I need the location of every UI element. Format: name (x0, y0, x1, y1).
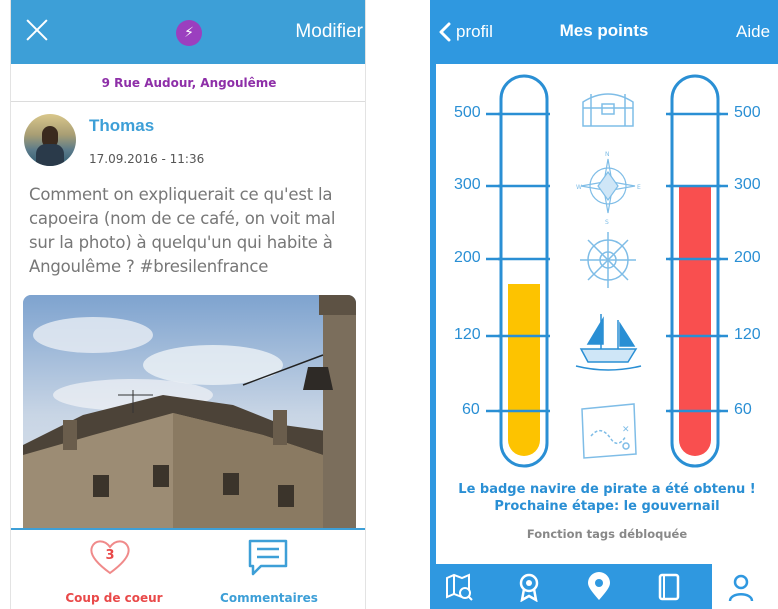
like-button[interactable]: 3 Coup de coeur (59, 530, 169, 609)
points-content: N S W E ✕ 500 300 200 120 60 500 300 200… (436, 64, 778, 564)
scale-left-200: 200 (454, 249, 481, 266)
map-icon (446, 573, 473, 601)
help-button[interactable]: Aide (736, 22, 770, 42)
svg-text:S: S (605, 219, 609, 226)
comments-button[interactable]: Commentaires (209, 530, 329, 609)
treasure-map-icon: ✕ (581, 403, 637, 459)
lightning-bolt-icon[interactable]: ⚡ (176, 20, 202, 46)
svg-text:✕: ✕ (622, 425, 630, 435)
unlocked-feature-text: Fonction tags débloquée (526, 527, 688, 541)
address-label[interactable]: 9 Rue Audour, Angoulême (11, 64, 365, 102)
post-text: Comment on expliquerait ce qu'est la cap… (29, 185, 336, 276)
scale-right-500: 500 (734, 104, 761, 121)
svg-text:N: N (605, 151, 610, 158)
page-title: Mes points (559, 21, 649, 40)
post-date: 17.09.2016 - 11:36 (89, 152, 205, 166)
scale-right-300: 300 (734, 176, 761, 193)
tab-profile[interactable] (712, 564, 778, 609)
top-navbar: ⚡ Modifier (11, 0, 365, 64)
tab-journal[interactable] (640, 564, 700, 609)
author-name[interactable]: Thomas (89, 116, 154, 136)
scale-left-120: 120 (454, 326, 481, 343)
svg-text:E: E (637, 184, 641, 191)
post-photo[interactable] (23, 295, 356, 535)
bottom-tabbar (430, 564, 778, 609)
left-thermometer-fill (508, 284, 540, 456)
avatar[interactable] (24, 114, 76, 166)
tab-places[interactable] (570, 564, 630, 609)
svg-text:W: W (576, 184, 582, 191)
scale-left-500: 500 (454, 104, 481, 121)
location-pin-icon (588, 572, 610, 600)
comments-label: Commentaires (220, 591, 318, 605)
book-icon (658, 573, 680, 601)
badge-obtained-text: Le badge navire de pirate a été obtenu ! (458, 482, 756, 497)
tab-map[interactable] (430, 564, 490, 609)
award-ribbon-icon (519, 573, 539, 602)
ship-wheel-icon (580, 232, 636, 288)
right-thermometer-fill (679, 186, 711, 456)
top-navbar: profil Mes points Aide (430, 0, 778, 64)
scale-left-300: 300 (454, 176, 481, 193)
like-label: Coup de coeur (65, 591, 163, 605)
next-step-text: Prochaine étape: le gouvernail (494, 499, 720, 514)
scale-right-120: 120 (734, 326, 761, 343)
compass-rose-icon: N S W E (576, 151, 641, 226)
like-count: 3 (105, 548, 115, 563)
comment-bubble-icon (248, 539, 288, 576)
post-detail-screen: ⚡ Modifier 9 Rue Audour, Angoulême Thoma… (10, 0, 366, 609)
edit-button[interactable]: Modifier (295, 21, 363, 43)
profile-icon (728, 574, 754, 602)
post-action-bar: 3 Coup de coeur Commentaires (11, 528, 365, 609)
pirate-ship-icon (575, 314, 642, 371)
tab-badges[interactable] (500, 564, 560, 609)
points-screen: profil Mes points Aide N S W E ✕ 500 300… (430, 0, 778, 609)
scale-right-200: 200 (734, 249, 761, 266)
scale-left-60: 60 (462, 401, 480, 418)
treasure-chest-icon (582, 93, 634, 127)
badge-message: Le badge navire de pirate a été obtenu !… (436, 481, 778, 515)
close-icon[interactable] (25, 18, 49, 42)
scale-right-60: 60 (734, 401, 752, 418)
